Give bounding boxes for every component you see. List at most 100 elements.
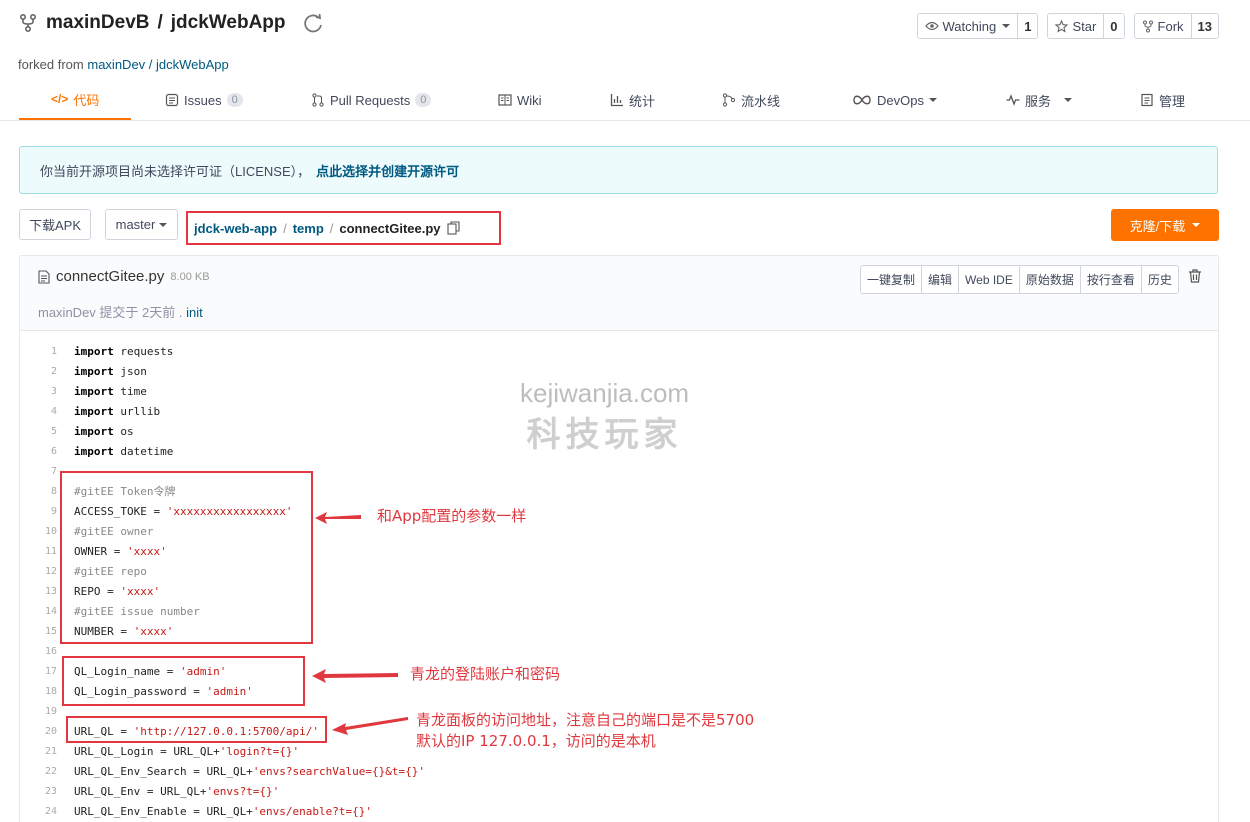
star-count[interactable]: 0 (1103, 14, 1124, 38)
blame-button[interactable]: 按行查看 (1079, 266, 1141, 293)
license-alert-text: 你当前开源项目尚未选择许可证（LICENSE）， (40, 163, 311, 179)
chevron-down-icon (1192, 223, 1201, 227)
line-number[interactable]: 6 (20, 446, 57, 457)
pulse-icon (1006, 94, 1020, 106)
branch-label: master (115, 217, 156, 232)
line-number[interactable]: 14 (20, 606, 57, 617)
line-number[interactable]: 19 (20, 706, 57, 717)
line-number[interactable]: 21 (20, 746, 57, 757)
sync-icon[interactable] (302, 12, 324, 34)
line-number[interactable]: 1 (20, 346, 57, 357)
breadcrumb-file: connectGitee.py (339, 220, 441, 236)
breadcrumb: jdck-web-app / temp / connectGitee.py (186, 211, 501, 245)
pr-count-badge: 0 (415, 93, 432, 107)
issues-icon (165, 93, 179, 107)
pull-request-icon (312, 93, 324, 107)
line-number[interactable]: 10 (20, 526, 57, 537)
repo-title: maxinDevB / jdckWebApp (18, 12, 324, 34)
line-number[interactable]: 24 (20, 806, 57, 817)
trash-icon[interactable] (1187, 268, 1203, 284)
repo-name[interactable]: jdckWebApp (171, 12, 286, 34)
fork-button[interactable]: Fork 13 (1133, 13, 1219, 39)
annotation-box-gitee (60, 471, 313, 644)
license-alert: 你当前开源项目尚未选择许可证（LICENSE）， 点此选择并创建开源许可 (19, 146, 1218, 194)
tab-label: 统计 (629, 93, 656, 109)
line-number[interactable]: 13 (20, 586, 57, 597)
code-text: import os (74, 424, 134, 438)
watch-button[interactable]: Watching 1 (916, 13, 1039, 39)
tab-label: 管理 (1159, 93, 1186, 109)
history-button[interactable]: 历史 (1140, 266, 1178, 293)
edit-button[interactable]: 编辑 (921, 266, 958, 293)
commit-text: 提交于 2天前 . (99, 305, 183, 320)
annotation-box-login (62, 656, 305, 706)
watch-label: Watching (942, 18, 997, 34)
code-text: import requests (74, 344, 174, 358)
forked-from: forked from maxinDev / jdckWebApp (18, 57, 229, 72)
watch-count[interactable]: 1 (1017, 14, 1038, 38)
line-number[interactable]: 20 (20, 726, 57, 737)
breadcrumb-folder[interactable]: temp (293, 221, 324, 236)
arrow-icon (312, 669, 398, 683)
breadcrumb-separator: / (283, 220, 287, 236)
line-number[interactable]: 3 (20, 386, 57, 397)
tab-wiki[interactable]: Wiki (498, 80, 542, 120)
tab-label: 服务 (1025, 93, 1052, 109)
download-apk-button[interactable]: 下载APK (19, 209, 91, 240)
forked-source-link[interactable]: maxinDev / jdckWebApp (87, 57, 228, 72)
line-number[interactable]: 5 (20, 426, 57, 437)
tab-label: 代码 (73, 92, 100, 108)
chevron-down-icon (159, 222, 168, 227)
code-text: import json (74, 364, 147, 378)
star-button[interactable]: Star 0 (1047, 13, 1125, 39)
breadcrumb-separator: / (329, 220, 334, 236)
watermark-domain: kejiwanjia.com (520, 378, 690, 408)
line-number[interactable]: 15 (20, 626, 57, 637)
tab-services[interactable]: 服务 (1006, 80, 1073, 120)
fork-icon (19, 13, 37, 33)
fork-count[interactable]: 13 (1190, 14, 1218, 38)
line-number[interactable]: 22 (20, 766, 57, 777)
raw-button[interactable]: 原始数据 (1018, 266, 1080, 293)
line-number[interactable]: 17 (20, 666, 57, 677)
tab-manage[interactable]: 管理 (1140, 80, 1185, 120)
tab-issues[interactable]: Issues 0 (165, 80, 243, 120)
repo-owner[interactable]: maxinDevB (46, 12, 150, 34)
copy-icon[interactable] (446, 221, 460, 235)
line-number[interactable]: 16 (20, 646, 57, 657)
line-number[interactable]: 2 (20, 366, 57, 377)
branch-select[interactable]: master (105, 209, 178, 240)
line-number[interactable]: 9 (20, 506, 57, 517)
line-number[interactable]: 4 (20, 406, 57, 417)
file-title: connectGitee.py 8.00 KB (38, 268, 210, 285)
line-number[interactable]: 23 (20, 786, 57, 797)
star-icon (1055, 19, 1069, 33)
line-number[interactable]: 18 (20, 686, 57, 697)
code-line: 24 URL_QL_Env_Enable = URL_QL+'envs/enabl… (20, 801, 1218, 821)
license-create-link[interactable]: 点此选择并创建开源许可 (316, 161, 459, 180)
line-number[interactable]: 7 (20, 466, 57, 477)
forked-prefix: forked from (18, 57, 84, 72)
code-text: URL_QL_Login = URL_QL+'login?t={}' (74, 744, 300, 758)
commit-author[interactable]: maxinDev (38, 305, 96, 320)
clone-download-button[interactable]: 克隆/下载 (1111, 209, 1219, 241)
chevron-down-icon (928, 98, 937, 102)
tab-pipeline[interactable]: 流水线 (722, 80, 780, 120)
tab-pull-requests[interactable]: Pull Requests 0 (311, 80, 432, 120)
copy-all-button[interactable]: 一键复制 (861, 266, 921, 293)
tab-devops[interactable]: DevOps (852, 80, 937, 120)
line-number[interactable]: 8 (20, 486, 57, 497)
line-number[interactable]: 11 (20, 546, 57, 557)
watermark-name: 科技玩家 (526, 416, 683, 454)
file-size: 8.00 KB (170, 270, 210, 283)
star-label: Star (1072, 18, 1097, 34)
tab-label: DevOps (877, 92, 924, 108)
tab-stats[interactable]: 统计 (610, 80, 655, 120)
web-ide-button[interactable]: Web IDE (958, 266, 1019, 293)
line-number[interactable]: 12 (20, 566, 57, 577)
infinity-icon (853, 95, 871, 105)
commit-message-link[interactable]: init (186, 305, 203, 320)
breadcrumb-root[interactable]: jdck-web-app (194, 221, 277, 236)
code-icon: </> (51, 92, 69, 106)
tab-code[interactable]: </> 代码 (19, 80, 132, 120)
